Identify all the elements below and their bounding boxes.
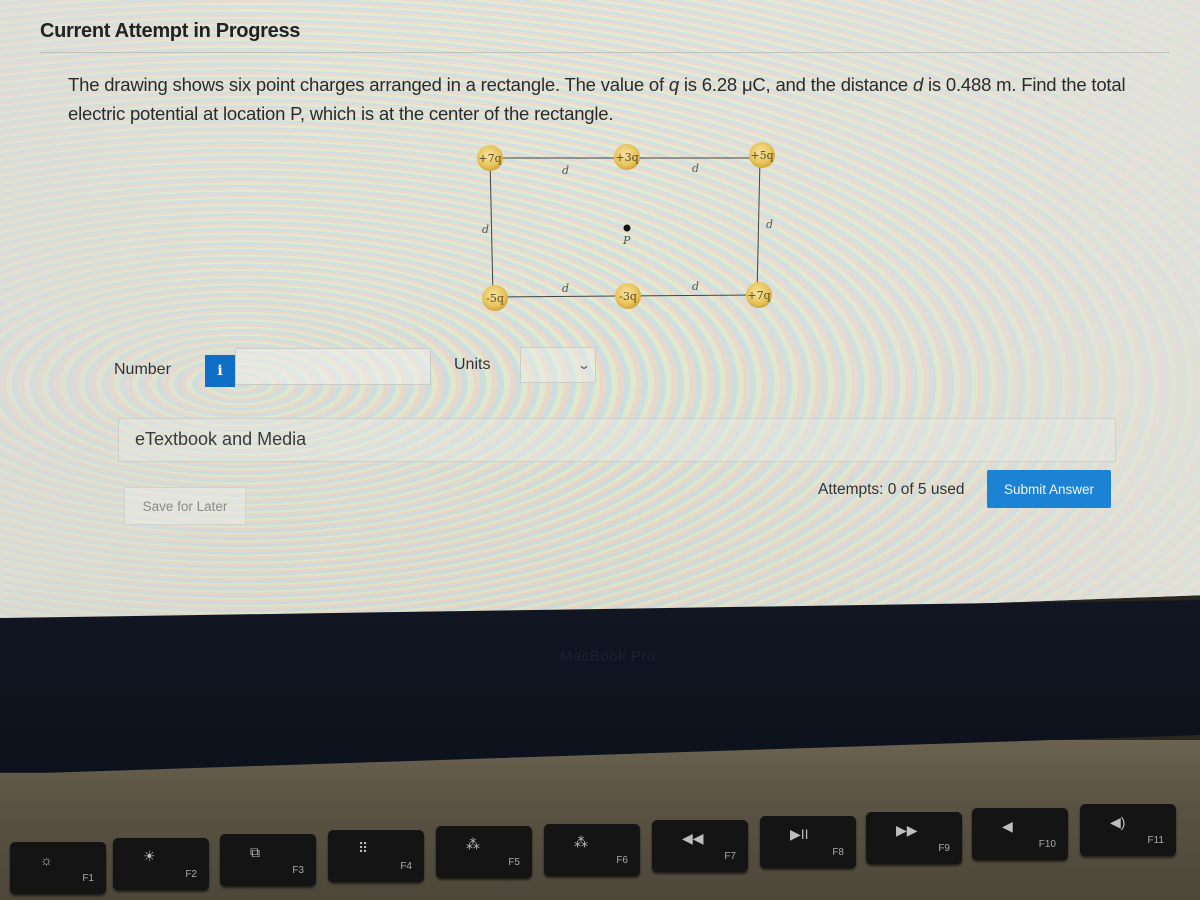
charge-label: +7q [478, 152, 501, 165]
number-input[interactable] [235, 348, 431, 385]
question-text: The drawing shows six point charges arra… [68, 70, 1178, 128]
question-text-part: is 6.28 μC, and the distance [678, 74, 913, 95]
charge-diagram-svg: d d d d d d P +7q +3q +5q -5q -3q +7q [477, 142, 775, 311]
distance-label: d [766, 218, 773, 231]
key-f10[interactable]: ◀ F10 [972, 808, 1068, 860]
keyboard-light-up-icon: ⁂ [574, 834, 588, 850]
distance-label: d [692, 162, 699, 175]
number-label: Number [114, 361, 171, 378]
key-f5[interactable]: ⁂ F5 [436, 826, 532, 878]
key-f9[interactable]: ▶▶ F9 [866, 812, 962, 864]
submit-answer-button[interactable]: Submit Answer [987, 470, 1111, 508]
charge-label: +5q [750, 149, 773, 162]
key-label: F1 [82, 873, 94, 884]
charge-label: -3q [619, 290, 637, 303]
units-select[interactable]: ⌄ [520, 347, 596, 383]
charge-label: -5q [486, 292, 504, 305]
distance-label: d [692, 280, 699, 293]
keyboard-light-down-icon: ⁂ [466, 836, 480, 852]
key-f3[interactable]: ⧉ F3 [220, 834, 316, 886]
key-f6[interactable]: ⁂ F6 [544, 824, 640, 876]
key-label: F10 [1038, 839, 1056, 850]
q-symbol: q [668, 74, 679, 95]
distance-label: d [562, 164, 569, 177]
d-symbol: d [912, 74, 924, 95]
charge-top-right: +5q [749, 142, 775, 168]
question-text-part: The drawing shows six point charges arra… [68, 74, 669, 95]
point-p-marker [623, 224, 631, 232]
key-label: F2 [185, 869, 197, 880]
key-f4[interactable]: ⠿ F4 [328, 830, 424, 882]
key-f7[interactable]: ◀◀ F7 [652, 820, 748, 872]
key-label: F6 [616, 855, 628, 866]
key-label: F11 [1147, 835, 1165, 846]
key-f1[interactable]: ☼ F1 [10, 842, 106, 894]
charge-bottom-right: +7q [746, 282, 772, 308]
key-label: F7 [724, 851, 736, 862]
etextbook-media-label: eTextbook and Media [135, 429, 307, 449]
key-f11[interactable]: ◀) F11 [1080, 804, 1176, 856]
fast-forward-icon: ▶▶ [896, 822, 918, 838]
brightness-up-icon: ☀ [143, 848, 156, 864]
charge-bottom-left: -5q [482, 285, 508, 311]
brightness-down-icon: ☼ [40, 852, 53, 868]
charge-label: +7q [747, 289, 770, 302]
laptop-screen: Current Attempt in Progress The drawing … [0, 0, 1200, 640]
mission-control-icon: ⧉ [250, 844, 260, 860]
device-brand-label: MacBook Pro [560, 648, 656, 665]
save-for-later-button[interactable]: Save for Later [124, 487, 246, 525]
attempt-title: Current Attempt in Progress [40, 20, 301, 42]
key-label: F3 [292, 865, 304, 876]
launchpad-icon: ⠿ [358, 840, 369, 856]
divider [40, 52, 1170, 53]
play-pause-icon: ▶II [790, 826, 809, 842]
etextbook-media-section[interactable]: eTextbook and Media [118, 418, 1116, 462]
assignment-page: Current Attempt in Progress The drawing … [0, 0, 1200, 640]
key-f2[interactable]: ☀ F2 [113, 838, 209, 890]
volume-down-icon: ◀) [1110, 814, 1126, 830]
right-side [756, 157, 761, 296]
distance-label: d [482, 223, 489, 236]
rewind-icon: ◀◀ [682, 830, 704, 846]
key-label: F4 [400, 861, 412, 872]
point-p-label: P [622, 234, 631, 247]
key-label: F5 [508, 857, 520, 868]
key-f8[interactable]: ▶II F8 [760, 816, 856, 868]
mute-icon: ◀ [1002, 818, 1013, 834]
key-label: F8 [832, 847, 844, 858]
charge-label: +3q [615, 151, 638, 164]
charge-top-left: +7q [477, 145, 503, 171]
info-icon[interactable]: i [205, 355, 235, 387]
units-label: Units [454, 356, 491, 373]
chevron-down-icon: ⌄ [576, 358, 592, 372]
attempts-counter: Attempts: 0 of 5 used [818, 481, 965, 498]
charge-diagram: d d d d d d P +7q +3q +5q -5q -3q +7q [470, 140, 800, 320]
charge-top-middle: +3q [614, 144, 640, 170]
left-side [489, 157, 494, 298]
key-label: F9 [938, 843, 950, 854]
charge-bottom-middle: -3q [615, 283, 641, 309]
distance-label: d [562, 282, 569, 295]
